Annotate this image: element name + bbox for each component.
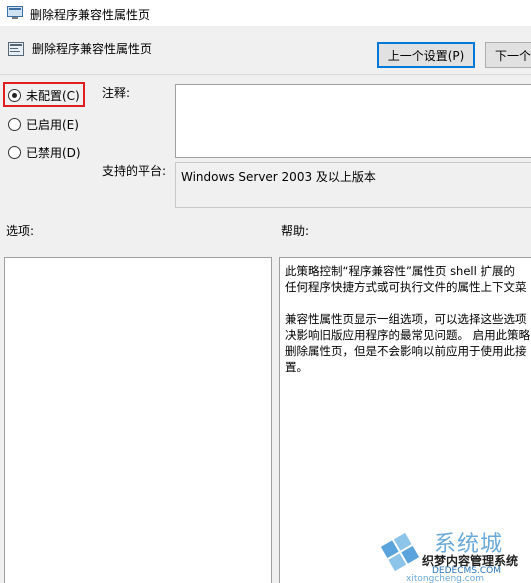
radio-disabled[interactable]: 已禁用(D) — [8, 143, 81, 161]
options-panel — [4, 257, 272, 583]
header-divider — [0, 74, 531, 75]
radio-not-configured[interactable]: 未配置(C) — [8, 86, 80, 104]
supported-platform-label: 支持的平台: — [102, 164, 167, 178]
help-text: 此策略控制“程序兼容性”属性页 shell 扩展的 任何程序快捷方式或可执行文件… — [285, 263, 531, 391]
radio-circle[interactable] — [8, 88, 21, 102]
help-line: 置。 — [285, 360, 308, 374]
watermark-line: xitongcheng.com — [406, 574, 484, 583]
supported-platform-box: Windows Server 2003 及以上版本 — [175, 162, 531, 208]
comment-label: 注释: — [102, 86, 131, 100]
radio-label: 未配置(C) — [26, 88, 80, 103]
watermark: 系统城 织梦内容管理系统 DEDECMS.COM xitongcheng.com — [376, 522, 531, 583]
help-line: 决影响旧版应用程序的最常见问题。 启用此策略 — [285, 328, 531, 342]
supported-platform-value: Windows Server 2003 及以上版本 — [181, 170, 376, 184]
title-bar: 删除程序兼容性属性页 — [0, 0, 531, 26]
policy-icon — [7, 6, 23, 19]
help-line: 兼容性属性页显示一组选项，可以选择这些选项 — [285, 312, 527, 326]
window-title: 删除程序兼容性属性页 — [30, 8, 151, 22]
next-setting-button[interactable]: 下一个 — [485, 42, 531, 68]
options-label: 选项: — [6, 224, 35, 238]
help-label: 帮助: — [281, 224, 310, 238]
windows-logo-icon — [380, 532, 420, 572]
radio-circle[interactable] — [8, 145, 21, 159]
help-line: 此策略控制“程序兼容性”属性页 shell 扩展的 — [285, 264, 515, 278]
radio-label: 已禁用(D) — [26, 145, 81, 160]
page-title: 删除程序兼容性属性页 — [32, 42, 153, 56]
radio-label: 已启用(E) — [26, 117, 79, 132]
help-line: 任何程序快捷方式或可执行文件的属性上下文菜 — [285, 280, 527, 294]
help-line: 删除属性页，但是不会影响以前应用于使用此接 — [285, 344, 527, 358]
radio-circle[interactable] — [8, 117, 21, 131]
radio-enabled[interactable]: 已启用(E) — [8, 115, 79, 133]
policy-icon — [8, 42, 24, 56]
previous-setting-button[interactable]: 上一个设置(P) — [377, 42, 475, 68]
comment-textarea[interactable] — [175, 84, 531, 158]
policy-setting-window: 删除程序兼容性属性页 删除程序兼容性属性页 上一个设置(P) 下一个 未配置(C… — [0, 0, 531, 583]
